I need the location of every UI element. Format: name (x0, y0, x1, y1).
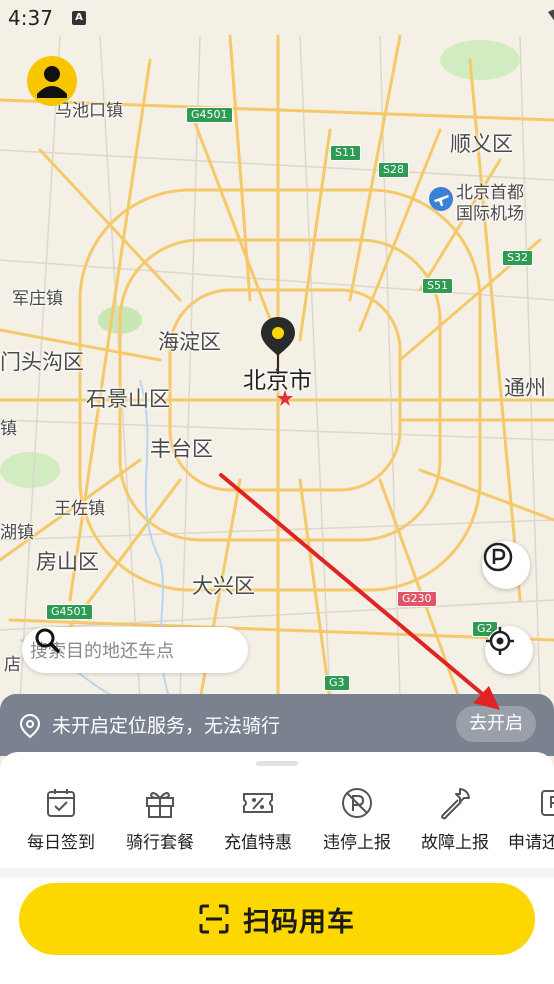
location-message: 未开启定位服务，无法骑行 (52, 715, 281, 737)
locate-icon (486, 627, 514, 655)
locate-button[interactable] (485, 626, 533, 674)
action-daily-checkin[interactable]: 每日签到 (16, 786, 106, 853)
action-label: 违停上报 (323, 833, 391, 853)
capital-star-icon (277, 390, 293, 406)
bottom-sheet: 每日签到 骑行套餐 充值特惠 违停上报 故障上报 申请还 扫码用车 (0, 752, 554, 984)
road-sign: G230 (397, 591, 437, 607)
action-recharge-deal[interactable]: 充值特惠 (213, 786, 303, 853)
district-label: 房山区 (36, 550, 99, 574)
district-label: 王佐镇 (54, 499, 105, 519)
road-sign: S28 (378, 162, 409, 178)
action-label: 故障上报 (421, 833, 489, 853)
search-icon (35, 628, 60, 653)
road-sign: G4501 (186, 107, 233, 123)
enable-location-button[interactable]: 去开启 (456, 706, 536, 742)
search-input[interactable]: 搜索目的地还车点 (22, 627, 248, 673)
gift-icon (146, 792, 174, 818)
scan-to-ride-button[interactable]: 扫码用车 (19, 883, 535, 955)
status-bar: 4:37 A (0, 0, 554, 36)
district-label: 石景山区 (86, 387, 170, 411)
district-label: 门头沟区 (0, 350, 84, 374)
airport-label: 国际机场 (456, 204, 524, 224)
action-apply-return[interactable]: 申请还 (508, 786, 554, 853)
location-pin-icon (261, 317, 295, 374)
action-ride-package[interactable]: 骑行套餐 (115, 786, 205, 853)
location-icon (19, 713, 41, 739)
district-label: 镇 (0, 419, 17, 439)
district-label: 通州 (504, 376, 546, 400)
road-sign: S11 (330, 145, 361, 161)
scan-icon (199, 904, 229, 934)
apply-return-icon (541, 790, 554, 816)
road-sign: S51 (422, 278, 453, 294)
user-icon (37, 66, 67, 98)
action-label: 申请还 (508, 833, 554, 853)
road-sign: S32 (502, 250, 533, 266)
district-label: 丰台区 (150, 437, 213, 461)
scan-button-label: 扫码用车 (243, 906, 355, 938)
district-label: 大兴区 (192, 574, 255, 598)
road-sign: G4501 (46, 604, 93, 620)
section-divider (0, 868, 554, 878)
district-label: 海淀区 (158, 330, 221, 354)
parking-icon (483, 542, 513, 572)
action-report-parking[interactable]: 违停上报 (312, 786, 402, 853)
action-label: 每日签到 (27, 833, 95, 853)
wifi-icon (548, 9, 554, 21)
district-label: 湖镇 (0, 523, 34, 543)
user-avatar[interactable] (27, 56, 77, 106)
district-label: 军庄镇 (12, 289, 63, 309)
airport-icon (429, 187, 453, 211)
notification-icon: A (72, 11, 86, 25)
status-time: 4:37 (8, 6, 53, 30)
district-label: 顺义区 (450, 132, 513, 156)
location-permission-banner: 未开启定位服务，无法骑行 去开启 (0, 694, 554, 756)
no-parking-icon (342, 788, 372, 818)
sheet-handle[interactable] (256, 761, 298, 766)
calendar-check-icon (47, 789, 75, 817)
discount-ticket-icon (243, 793, 273, 813)
road-sign: G3 (324, 675, 350, 691)
action-label: 骑行套餐 (126, 833, 194, 853)
parking-button[interactable] (482, 541, 530, 589)
action-report-fault[interactable]: 故障上报 (410, 786, 500, 853)
action-label: 充值特惠 (224, 833, 292, 853)
district-label: 店 (4, 655, 21, 675)
quick-actions: 每日签到 骑行套餐 充值特惠 违停上报 故障上报 申请还 (0, 786, 554, 856)
wrench-icon (441, 788, 470, 820)
